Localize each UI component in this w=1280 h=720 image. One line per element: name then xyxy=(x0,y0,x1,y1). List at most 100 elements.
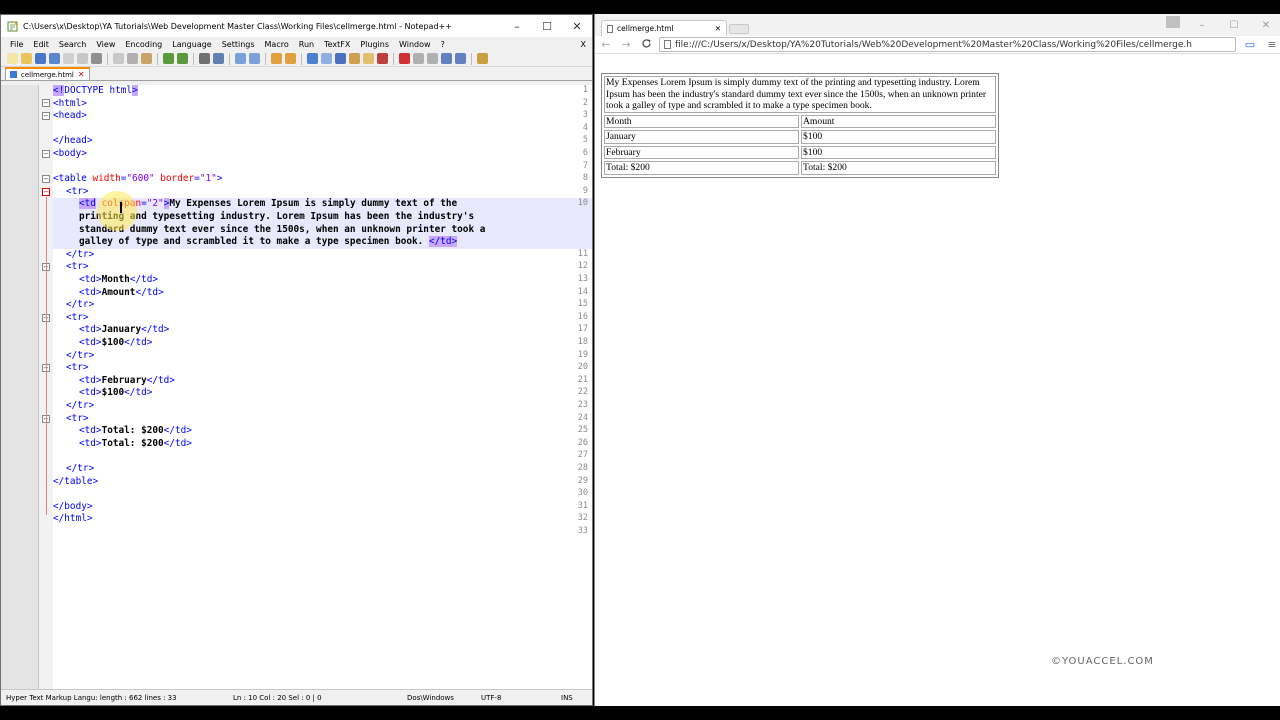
find-icon[interactable] xyxy=(199,53,210,64)
save-all-icon[interactable] xyxy=(49,53,60,64)
profile-icon[interactable] xyxy=(1166,16,1180,28)
sync-vertical-icon[interactable] xyxy=(271,53,282,64)
print-icon[interactable] xyxy=(91,53,102,64)
line-number: 23 xyxy=(577,400,588,410)
code-line-9: <tr> xyxy=(66,185,89,197)
menu-view[interactable]: View xyxy=(91,40,120,49)
sync-horizontal-icon[interactable] xyxy=(285,53,296,64)
code-line-22: <td>$100</td> xyxy=(79,387,153,399)
extension-icon[interactable]: ▭ xyxy=(1242,38,1258,51)
zoom-in-icon[interactable] xyxy=(235,53,246,64)
line-number: 10 xyxy=(577,198,588,209)
code-line-18: <td>$100</td> xyxy=(79,337,153,348)
table-row: My Expenses Lorem Ipsum is simply dummy … xyxy=(604,76,996,113)
line-number: 15 xyxy=(577,299,588,310)
code-line-10-wrap: printing and typesetting industry. Lorem… xyxy=(79,211,475,222)
close-document-button[interactable]: X xyxy=(576,40,592,49)
forward-arrow-icon[interactable]: → xyxy=(619,38,633,51)
code-line-24: <tr> xyxy=(66,412,89,424)
menu-encoding[interactable]: Encoding xyxy=(120,40,167,49)
table-cell: Total: $200 xyxy=(604,161,799,175)
show-all-chars-icon[interactable] xyxy=(321,53,332,64)
menu-settings[interactable]: Settings xyxy=(217,40,260,49)
line-number: 13 xyxy=(577,274,588,284)
fold-toggle-icon[interactable]: − xyxy=(42,175,50,183)
doc-map-icon[interactable] xyxy=(363,53,374,64)
back-arrow-icon[interactable]: ← xyxy=(599,38,613,51)
line-number: 1 xyxy=(582,85,588,95)
address-bar[interactable]: file:///C:/Users/x/Desktop/YA%20Tutorial… xyxy=(659,37,1236,52)
menu-icon[interactable]: ≡ xyxy=(1264,38,1280,51)
title-bar[interactable]: C:\Users\x\Desktop\YA Tutorials\Web Deve… xyxy=(1,15,592,37)
reload-icon[interactable] xyxy=(639,38,653,52)
code-editor[interactable]: 1 2 3 4 5 6 7 8 9 10 11 12 13 14 15 16 1… xyxy=(1,85,592,689)
code-line-28: </tr> xyxy=(66,463,95,474)
save-icon[interactable] xyxy=(35,53,46,64)
word-wrap-icon[interactable] xyxy=(307,53,318,64)
menu-search[interactable]: Search xyxy=(54,40,91,49)
zoom-out-icon[interactable] xyxy=(249,53,260,64)
status-bar: Hyper Text Markup Langu: length : 662 li… xyxy=(1,689,592,705)
play-multiple-macro-icon[interactable] xyxy=(441,53,452,64)
close-button[interactable]: ✕ xyxy=(1252,20,1280,31)
close-button[interactable]: ✕ xyxy=(562,20,592,33)
redo-icon[interactable] xyxy=(177,53,188,64)
new-file-icon[interactable] xyxy=(7,53,18,64)
copy-icon[interactable] xyxy=(127,53,138,64)
indent-guide-icon[interactable] xyxy=(335,53,346,64)
undo-icon[interactable] xyxy=(163,53,174,64)
new-tab-button[interactable] xyxy=(729,24,749,34)
page-icon xyxy=(607,24,613,33)
menu-plugins[interactable]: Plugins xyxy=(355,40,394,49)
line-number: 33 xyxy=(577,526,588,536)
window-title: C:\Users\x\Desktop\YA Tutorials\Web Deve… xyxy=(23,21,452,31)
line-number: 6 xyxy=(582,148,588,158)
tab-cellmerge-html[interactable]: cellmerge.html ✕ xyxy=(5,67,90,80)
code-line-25: <td>Total: $200</td> xyxy=(79,425,192,437)
menu-window[interactable]: Window xyxy=(394,40,436,49)
line-number-gutter xyxy=(1,85,39,689)
play-macro-icon[interactable] xyxy=(427,53,438,64)
code-line-19: </tr> xyxy=(66,349,95,361)
user-language-icon[interactable] xyxy=(349,53,360,64)
maximize-button[interactable]: ☐ xyxy=(532,20,562,33)
paste-icon[interactable] xyxy=(141,53,152,64)
menu-file[interactable]: File xyxy=(5,40,28,49)
browser-window-controls: – ☐ ✕ xyxy=(1188,14,1280,36)
code-line-3: <head> xyxy=(53,110,87,122)
tab-close-icon[interactable]: ✕ xyxy=(78,70,85,79)
fold-toggle-icon[interactable]: − xyxy=(42,150,50,158)
tab-close-icon[interactable]: ✕ xyxy=(715,24,721,33)
code-line-8: <table width="600" border="1"> xyxy=(53,173,223,185)
menu-textfx[interactable]: TextFX xyxy=(319,40,355,49)
saved-file-icon xyxy=(10,71,17,78)
line-number: 31 xyxy=(577,500,588,511)
save-macro-icon[interactable] xyxy=(455,53,466,64)
open-file-icon[interactable] xyxy=(21,53,32,64)
stop-macro-icon[interactable] xyxy=(413,53,424,64)
close-all-icon[interactable] xyxy=(77,53,88,64)
menu-macro[interactable]: Macro xyxy=(260,40,294,49)
close-file-icon[interactable] xyxy=(63,53,74,64)
line-number: 28 xyxy=(577,463,588,473)
maximize-button[interactable]: ☐ xyxy=(1220,20,1248,31)
replace-icon[interactable] xyxy=(213,53,224,64)
minimize-button[interactable]: – xyxy=(502,20,532,33)
table-cell: January xyxy=(604,130,799,144)
line-number: 19 xyxy=(577,349,588,360)
minimize-button[interactable]: – xyxy=(1188,20,1216,31)
browser-tab[interactable]: cellmerge.html ✕ xyxy=(601,20,727,36)
menu-edit[interactable]: Edit xyxy=(28,40,54,49)
line-number: 21 xyxy=(577,374,588,385)
function-list-icon[interactable] xyxy=(377,53,388,64)
fold-toggle-icon[interactable]: − xyxy=(42,99,50,107)
table-row: Month Amount xyxy=(604,114,996,128)
plugin-icon[interactable] xyxy=(477,53,488,64)
menu-run[interactable]: Run xyxy=(294,40,319,49)
cut-icon[interactable] xyxy=(113,53,124,64)
fold-toggle-icon[interactable]: − xyxy=(42,112,50,120)
record-macro-icon[interactable] xyxy=(399,53,410,64)
fold-toggle-icon[interactable]: − xyxy=(42,188,50,196)
menu-help[interactable]: ? xyxy=(436,40,450,49)
menu-language[interactable]: Language xyxy=(167,40,216,49)
